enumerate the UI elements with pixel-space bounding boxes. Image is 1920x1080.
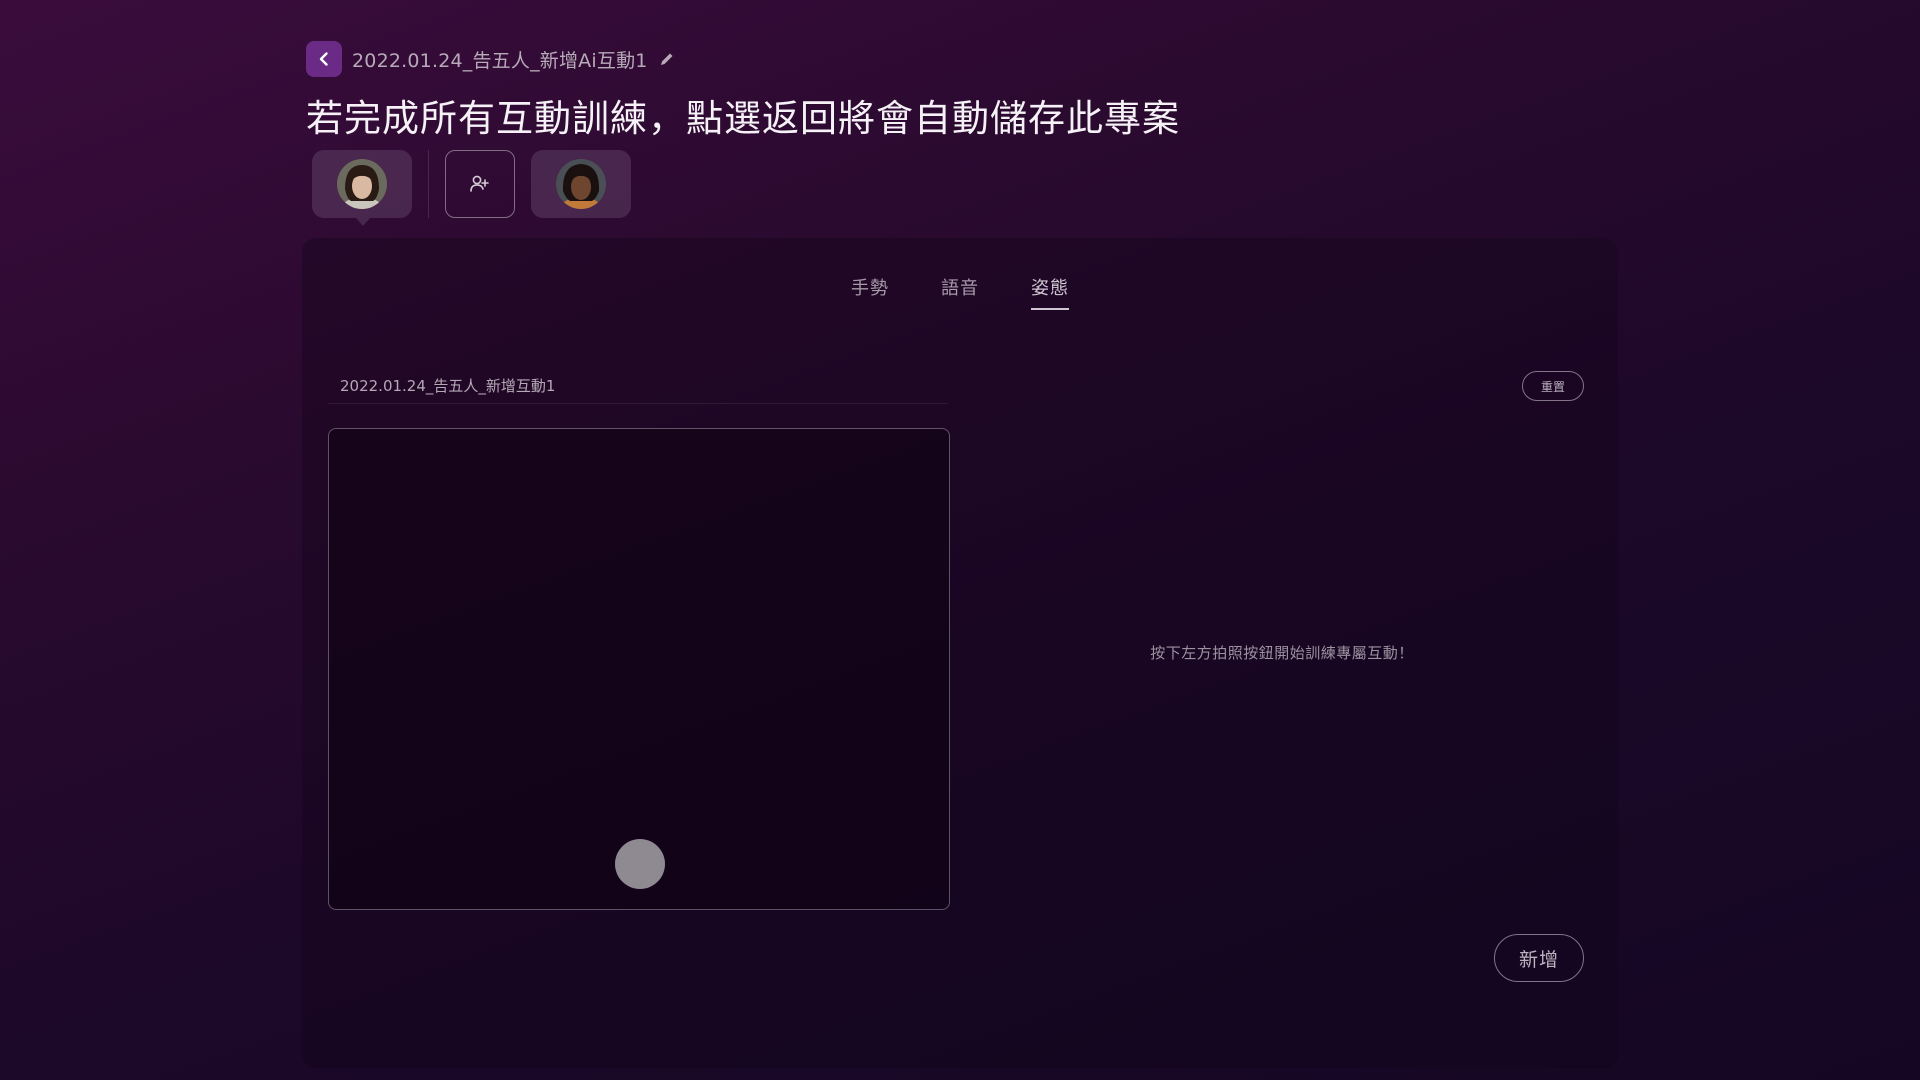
project-name: 2022.01.24_告五人_新增Ai互動1 (352, 49, 648, 72)
back-button[interactable] (306, 41, 342, 77)
chevron-left-icon (319, 52, 328, 66)
camera-preview (328, 428, 950, 910)
page-header: 2022.01.24_告五人_新增Ai互動1 若完成所有互動訓練，點選返回將會自… (306, 40, 1616, 142)
breadcrumb: 2022.01.24_告五人_新增Ai互動1 (306, 40, 1616, 78)
tab-gesture[interactable]: 手勢 (851, 274, 889, 310)
reset-button[interactable]: 重置 (1522, 371, 1584, 401)
capture-button[interactable] (615, 839, 665, 889)
avatar-card-1[interactable] (312, 150, 412, 226)
add-person-button[interactable] (445, 150, 515, 218)
empty-hint: 按下左方拍照按鈕開始訓練專屬互動！ (1150, 644, 1414, 662)
tab-pose[interactable]: 姿態 (1031, 274, 1069, 310)
tab-bar: 手勢 語音 姿態 (302, 274, 1618, 310)
user-plus-icon (470, 175, 489, 192)
avatar (556, 159, 606, 209)
interaction-name: 2022.01.24_告五人_新增互動1 (328, 368, 948, 404)
training-panel: 手勢 語音 姿態 2022.01.24_告五人_新增互動1 重置 按下左方拍照按… (302, 238, 1618, 1068)
avatar-row (312, 150, 631, 226)
avatar (337, 159, 387, 209)
pencil-icon[interactable] (658, 50, 676, 68)
divider (428, 150, 429, 218)
avatar-card-2[interactable] (531, 150, 631, 218)
add-button[interactable]: 新增 (1494, 934, 1584, 982)
page-title: 若完成所有互動訓練，點選返回將會自動儲存此專案 (306, 97, 1180, 140)
tab-voice[interactable]: 語音 (941, 274, 979, 310)
